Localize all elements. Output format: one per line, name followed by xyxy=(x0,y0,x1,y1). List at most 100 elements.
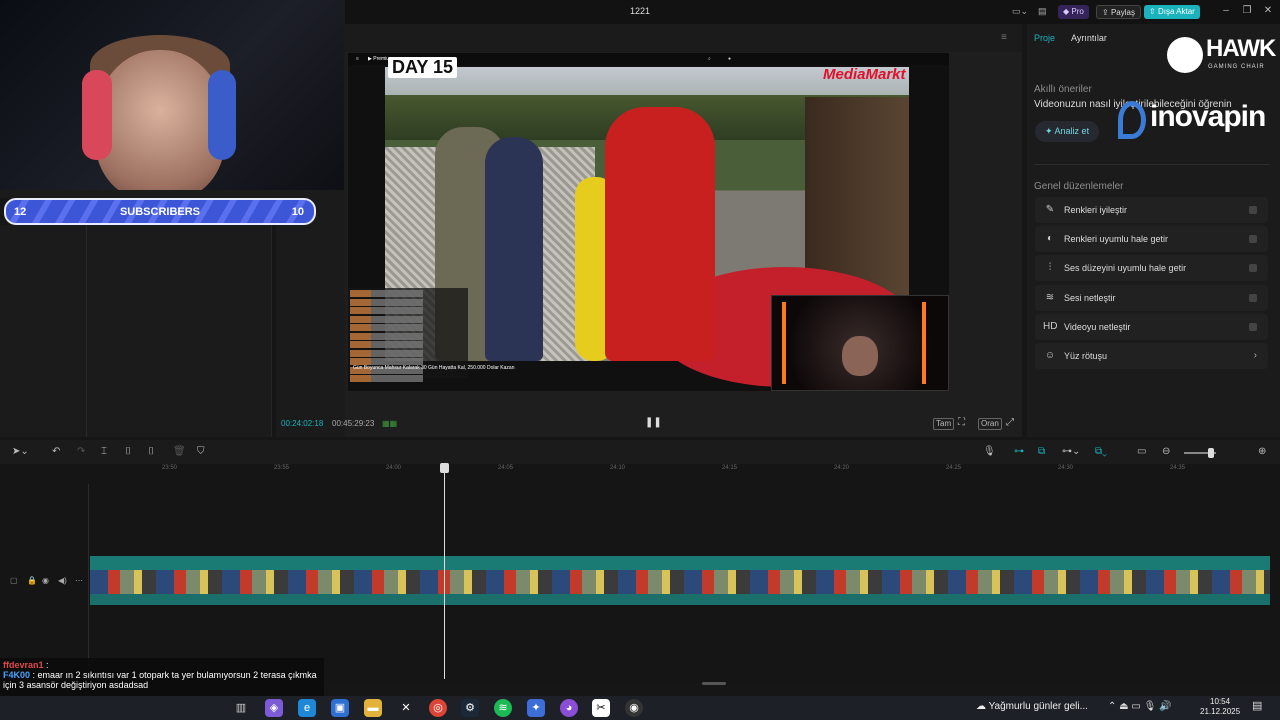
weather-widget[interactable]: ☁ Yağmurlu günler geli... xyxy=(976,701,1088,712)
clock[interactable]: 10:54 21.12.2025 xyxy=(1200,697,1240,717)
select-tool-icon[interactable]: ➤⌄ xyxy=(12,446,29,457)
chat-app-icon[interactable]: ◕ xyxy=(560,699,578,717)
edit-toggle[interactable] xyxy=(1249,206,1257,214)
edit-row[interactable]: ☺ Yüz rötuşu › xyxy=(1035,343,1268,369)
notification-icon[interactable]: ▤ xyxy=(1252,699,1262,712)
edit-toggle[interactable] xyxy=(1249,264,1257,272)
track-divider xyxy=(88,484,89,684)
edit-toggle[interactable] xyxy=(1249,235,1257,243)
ruler-tick: 23:55 xyxy=(274,465,290,471)
snap-icon[interactable]: ⊶⌄ xyxy=(1062,446,1080,457)
edit-toggle[interactable] xyxy=(1249,323,1257,331)
chevron-right-icon[interactable]: › xyxy=(1254,343,1257,369)
preview-axis-icon[interactable]: ⧉⌄ xyxy=(1095,446,1107,457)
tab-details[interactable]: Ayrıntılar xyxy=(1071,33,1107,43)
timeline-scrollbar[interactable] xyxy=(702,682,726,685)
neon-light-left xyxy=(782,302,786,384)
caption-icon[interactable]: ▭ xyxy=(1137,446,1146,457)
video-clip-thumbnails[interactable] xyxy=(90,570,1270,594)
export-label: Dışa Aktar xyxy=(1157,7,1195,16)
video-clip-header[interactable] xyxy=(90,556,1270,570)
minimize-icon[interactable]: – xyxy=(1219,5,1233,16)
total-time: 00:45:29:23 xyxy=(332,419,375,428)
ruler-tick: 24:35 xyxy=(1170,465,1186,471)
edit-row[interactable]: ≋ Sesi netleştir xyxy=(1035,285,1268,311)
pause-button[interactable]: ❚❚ xyxy=(645,417,662,428)
video-clip-audio[interactable] xyxy=(90,594,1270,605)
fullscreen-label-button[interactable]: Tam xyxy=(933,418,955,430)
shield-icon[interactable]: ⛉ xyxy=(197,446,205,457)
explorer-icon[interactable]: ▬ xyxy=(364,699,382,717)
edit-label: Yüz rötuşu xyxy=(1064,351,1108,361)
chat-text: : emaar ın 2 sıkıntısı var 1 otopark ta … xyxy=(3,670,317,690)
edit-row[interactable]: ⫶ Ses düzeyini uyumlu hale getir xyxy=(1035,255,1268,281)
maximize-icon[interactable]: ❐ xyxy=(1240,5,1254,16)
spotify-icon[interactable]: ≋ xyxy=(494,699,512,717)
analyze-button[interactable]: ✦ Analiz et xyxy=(1035,121,1100,142)
ratio-button[interactable]: Oran xyxy=(978,418,1002,430)
split-icon[interactable]: ⌶ xyxy=(101,446,107,457)
person-red xyxy=(605,107,715,361)
edit-icon: ⫶ xyxy=(1048,262,1052,273)
edit-row[interactable]: HD Videoyu netleştir xyxy=(1035,314,1268,340)
subs-goal: 10 xyxy=(291,206,304,218)
app-icon[interactable]: ✦ xyxy=(527,699,545,717)
headset-left xyxy=(82,70,112,160)
pro-button[interactable]: ◆ Pro xyxy=(1058,5,1089,19)
undo-icon[interactable]: ↶ xyxy=(52,446,60,457)
video-preview[interactable]: ≡ ▶ Premium ⌕ ● DAY 15 MediaMarkt Gün Bo… xyxy=(348,53,949,391)
edit-label: Sesi netleştir xyxy=(1064,293,1116,303)
magnet-icon[interactable]: ⧉ xyxy=(1038,446,1045,457)
share-button[interactable]: ⇪ Paylaş xyxy=(1096,5,1141,19)
person-navy xyxy=(485,137,543,361)
track-header: ▢ 🔒 ◉ ◀) ⋯ xyxy=(0,568,88,596)
edit-toggle[interactable] xyxy=(1249,294,1257,302)
chrome-icon[interactable]: ◎ xyxy=(429,699,447,717)
edit-row[interactable]: ✎ Renkleri iyileştir xyxy=(1035,197,1268,223)
store-icon[interactable]: ▣ xyxy=(331,699,349,717)
redo-icon[interactable]: ↷ xyxy=(77,446,85,457)
obs-icon[interactable]: ◉ xyxy=(625,699,643,717)
more-icon[interactable]: ⋯ xyxy=(75,576,83,585)
zoom-out-icon[interactable]: ⊖ xyxy=(1162,446,1170,457)
edge-icon[interactable]: e xyxy=(298,699,316,717)
menu-icon[interactable]: ≡ xyxy=(1001,32,1007,43)
facecam-person xyxy=(842,336,878,376)
clock-date: 21.12.2025 xyxy=(1200,707,1241,716)
xbox-icon[interactable]: ✕ xyxy=(397,699,415,717)
edit-label: Ses düzeyini uyumlu hale getir xyxy=(1064,263,1187,273)
close-icon[interactable]: ✕ xyxy=(1261,5,1275,16)
subscriber-goal-bar: 12 SUBSCRIBERS 10 xyxy=(4,198,316,225)
task-view-icon[interactable]: ▥ xyxy=(232,699,250,717)
shortcut-icon[interactable]: ▤ xyxy=(1038,6,1047,17)
layout-icon[interactable]: ▭⌄ xyxy=(1012,6,1028,17)
hamburger-icon: ≡ xyxy=(356,56,359,62)
capcut-icon[interactable]: ✂ xyxy=(592,699,610,717)
microphone-icon[interactable]: 🎙 xyxy=(983,446,996,457)
speaker-icon[interactable]: ◀) xyxy=(58,576,67,585)
steam-icon[interactable]: ⚙ xyxy=(461,699,479,717)
trim-left-icon[interactable]: ⌷ xyxy=(125,446,131,457)
playhead-handle[interactable] xyxy=(440,463,449,473)
export-button[interactable]: ⇧ Dışa Aktar xyxy=(1144,5,1200,19)
link-icon[interactable]: ⊶ xyxy=(1014,446,1024,457)
trim-right-icon[interactable]: ⌷ xyxy=(148,446,154,457)
zoom-in-icon[interactable]: ⊕ xyxy=(1258,446,1266,457)
tray-icons[interactable]: ⌃ ⏏ ▭ 🎙 🔊 xyxy=(1108,701,1172,712)
zoom-slider-handle[interactable] xyxy=(1208,448,1214,458)
expand-icon[interactable]: ⤢ xyxy=(1006,417,1014,428)
waveform-icon[interactable]: ▦▦ xyxy=(382,419,397,428)
copilot-icon[interactable]: ◈ xyxy=(265,699,283,717)
day-label: DAY 15 xyxy=(388,57,458,78)
playhead[interactable] xyxy=(444,464,445,679)
lock-icon[interactable]: 🔒 xyxy=(27,576,37,585)
tab-project[interactable]: Proje xyxy=(1034,33,1055,43)
crop-icon[interactable]: ⛶ xyxy=(958,417,965,428)
eye-icon[interactable]: ◉ xyxy=(42,576,49,585)
edit-row[interactable]: ◐ Renkleri uyumlu hale getir xyxy=(1035,226,1268,252)
delete-icon[interactable]: 🗑 xyxy=(173,446,186,457)
track-thumb-icon[interactable]: ▢ xyxy=(10,576,18,585)
streamer-webcam xyxy=(0,0,344,195)
share-label: Paylaş xyxy=(1110,8,1135,17)
mic-icon: ● xyxy=(728,56,732,62)
